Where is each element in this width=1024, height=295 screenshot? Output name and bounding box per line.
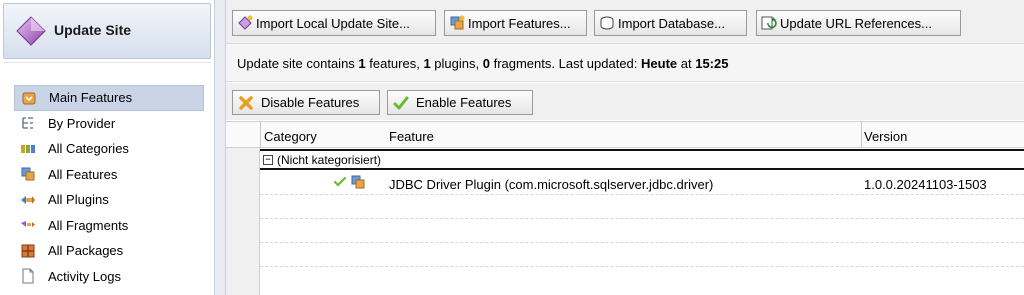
left-nav: Main Features By Provider All Categories… bbox=[14, 85, 204, 289]
document-icon bbox=[20, 268, 36, 284]
fragments-label: fragments. Last updated: bbox=[489, 56, 642, 71]
category-group-label: (Nicht kategorisiert) bbox=[277, 152, 382, 167]
plugins-count: 1 bbox=[423, 56, 431, 71]
categories-icon bbox=[20, 141, 36, 157]
feature-version: 1.0.0.20241103-1503 bbox=[864, 177, 987, 192]
summary-prefix: Update site contains bbox=[237, 56, 359, 71]
empty-row bbox=[260, 195, 1024, 219]
category-group-row[interactable]: − (Nicht kategorisiert) bbox=[260, 149, 1024, 170]
last-updated-time: 15:25 bbox=[695, 56, 729, 71]
empty-row bbox=[260, 243, 1024, 267]
fragments-count: 0 bbox=[482, 56, 490, 71]
left-panel: Update Site Main Features By Provider Al… bbox=[0, 0, 214, 295]
nav-label: All Categories bbox=[48, 141, 129, 157]
database-icon bbox=[598, 14, 616, 32]
import-features-button[interactable]: Import Features... bbox=[444, 10, 587, 36]
nav-label: Activity Logs bbox=[48, 268, 121, 284]
packages-icon bbox=[20, 243, 36, 259]
main-features-icon bbox=[21, 90, 37, 106]
left-panel-header: Update Site bbox=[3, 3, 211, 59]
feature-actions-toolbar: Disable Features Enable Features bbox=[226, 83, 1024, 120]
empty-row bbox=[260, 219, 1024, 243]
panel-splitter[interactable] bbox=[214, 0, 226, 295]
left-panel-divider bbox=[3, 62, 211, 63]
import-diamond-icon bbox=[236, 14, 254, 32]
plugins-icon bbox=[20, 192, 36, 208]
import-database-label: Import Database... bbox=[618, 15, 725, 31]
import-local-label: Import Local Update Site... bbox=[256, 15, 410, 31]
nav-item-all-packages[interactable]: All Packages bbox=[14, 238, 204, 264]
nav-label: Main Features bbox=[49, 90, 133, 106]
update-url-label: Update URL References... bbox=[780, 15, 932, 31]
update-url-icon bbox=[760, 14, 778, 32]
column-separator[interactable] bbox=[861, 122, 862, 148]
left-panel-title: Update Site bbox=[54, 22, 132, 38]
last-updated-day: Heute bbox=[641, 56, 678, 71]
nav-item-by-provider[interactable]: By Provider bbox=[14, 111, 204, 137]
nav-item-main-features[interactable]: Main Features bbox=[14, 85, 204, 111]
fragments-icon bbox=[20, 217, 36, 233]
nav-label: All Features bbox=[48, 166, 118, 182]
column-header-category[interactable]: Category bbox=[264, 129, 317, 144]
nav-item-all-plugins[interactable]: All Plugins bbox=[14, 187, 204, 213]
features-label: features, bbox=[365, 56, 424, 71]
update-site-summary: Update site contains 1 features, 1 plugi… bbox=[226, 44, 1024, 82]
table-row[interactable]: JDBC Driver Plugin (com.microsoft.sqlser… bbox=[260, 171, 1024, 195]
update-site-window: Update Site Main Features By Provider Al… bbox=[0, 0, 1024, 295]
empty-row bbox=[260, 267, 1024, 291]
nav-label: All Packages bbox=[48, 243, 124, 259]
column-header-feature[interactable]: Feature bbox=[389, 129, 434, 144]
enable-features-label: Enable Features bbox=[416, 95, 512, 110]
disable-x-icon bbox=[237, 94, 255, 112]
nav-item-all-features[interactable]: All Features bbox=[14, 162, 204, 188]
features-icon bbox=[20, 166, 36, 182]
feature-name: JDBC Driver Plugin (com.microsoft.sqlser… bbox=[389, 177, 714, 192]
features-table: Category Feature Version − (Nicht katego… bbox=[226, 121, 1024, 295]
disable-features-button[interactable]: Disable Features bbox=[232, 90, 380, 115]
features-count: 1 bbox=[358, 56, 366, 71]
enable-check-icon bbox=[392, 94, 410, 112]
plugins-label: plugins, bbox=[430, 56, 483, 71]
nav-label: By Provider bbox=[48, 115, 116, 131]
feature-icon bbox=[350, 174, 366, 193]
update-url-references-button[interactable]: Update URL References... bbox=[756, 10, 961, 36]
import-features-label: Import Features... bbox=[468, 15, 571, 31]
table-header: Category Feature Version bbox=[226, 121, 1024, 148]
nav-label: All Fragments bbox=[48, 217, 129, 233]
import-features-icon bbox=[448, 14, 466, 32]
row-gutter bbox=[226, 148, 260, 295]
at-label: at bbox=[677, 56, 696, 71]
import-local-update-site-button[interactable]: Import Local Update Site... bbox=[232, 10, 436, 36]
enabled-check-icon bbox=[333, 175, 347, 192]
nav-label: All Plugins bbox=[48, 192, 109, 208]
nav-item-activity-logs[interactable]: Activity Logs bbox=[14, 264, 204, 290]
collapse-icon[interactable]: − bbox=[263, 154, 273, 165]
right-panel: Import Local Update Site... Import Featu… bbox=[226, 0, 1024, 295]
import-database-button[interactable]: Import Database... bbox=[594, 10, 747, 36]
provider-icon bbox=[20, 115, 36, 131]
column-separator bbox=[260, 122, 261, 148]
column-header-version[interactable]: Version bbox=[864, 129, 907, 144]
disable-features-label: Disable Features bbox=[261, 95, 360, 110]
update-site-diamond-icon bbox=[16, 16, 46, 46]
enable-features-button[interactable]: Enable Features bbox=[387, 90, 533, 115]
nav-item-all-categories[interactable]: All Categories bbox=[14, 136, 204, 162]
top-toolbar: Import Local Update Site... Import Featu… bbox=[226, 0, 1024, 44]
nav-item-all-fragments[interactable]: All Fragments bbox=[14, 213, 204, 239]
